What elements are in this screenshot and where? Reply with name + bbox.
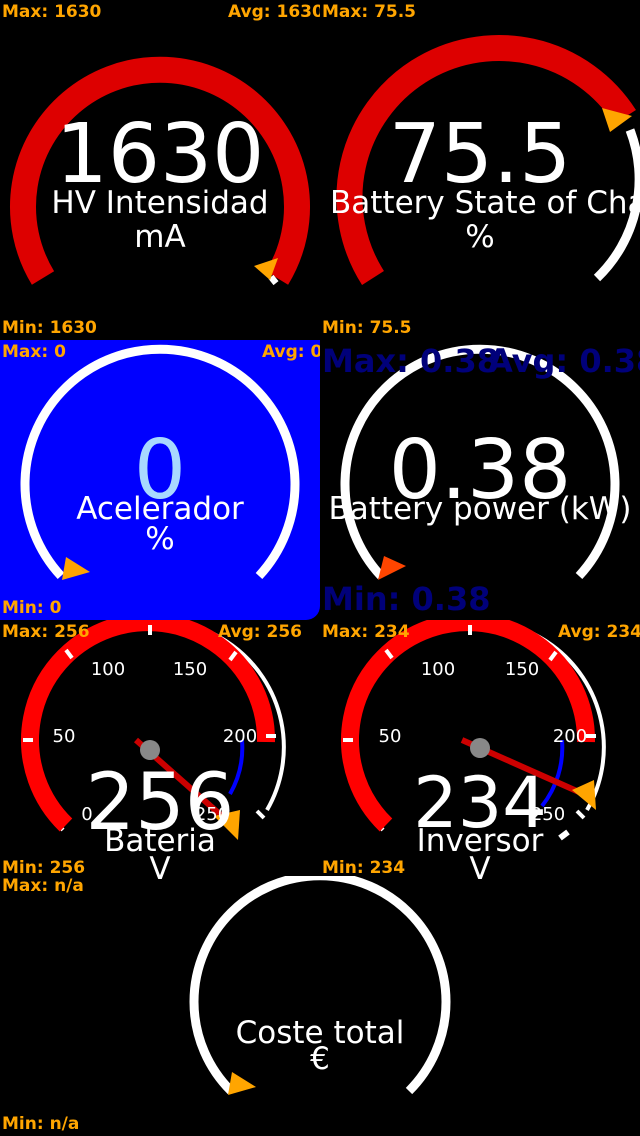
- max-label: Max: 75.5: [322, 2, 417, 22]
- avg-label: Avg: 0: [262, 342, 320, 362]
- unit-label: %: [145, 521, 175, 557]
- gauge-title: HV Intensidad: [51, 185, 269, 221]
- max-label: Max: 1630: [2, 2, 102, 22]
- min-label: Min: n/a: [2, 1114, 80, 1134]
- value-readout: 1630: [55, 107, 265, 202]
- value-readout: 75.5: [388, 107, 572, 202]
- gauge-battery-power[interactable]: Max: 0.38 Avg: 0.38 0.38 Battery power (…: [320, 340, 640, 620]
- needle-hub-icon: [140, 740, 160, 760]
- pointer-icon: [228, 1072, 256, 1095]
- max-label: Max: 0.38: [322, 342, 499, 380]
- gauge-title: Battery State of Charge: [330, 185, 640, 221]
- min-label: Min: 0.38: [322, 580, 491, 618]
- scale-label: 100: [90, 659, 126, 680]
- max-label: Max: n/a: [2, 876, 84, 896]
- scale-label: 50: [52, 726, 76, 747]
- avg-label: Avg: 0.38: [488, 342, 640, 380]
- gauge-coste-total[interactable]: Max: n/a Coste total € Min: n/a: [0, 876, 640, 1136]
- min-label: Min: 256: [2, 858, 86, 878]
- avg-label: Avg: 234: [558, 622, 640, 642]
- max-label: Max: 234: [322, 622, 410, 642]
- scale-label: 200: [552, 726, 588, 747]
- min-label: Min: 1630: [2, 318, 97, 338]
- max-label: Max: 0: [2, 342, 66, 362]
- pointer-icon: [62, 557, 90, 580]
- gauge-acelerador[interactable]: Max: 0 Avg: 0 0 Acelerador % Min: 0: [0, 340, 320, 620]
- unit-label: €: [310, 1041, 330, 1077]
- min-label: Min: 0: [2, 598, 62, 618]
- gauge-hv-intensidad[interactable]: Max: 1630 Avg: 1630 1630 HV Intensidad m…: [0, 0, 320, 340]
- unit-label: %: [465, 219, 495, 255]
- scale-label: 150: [504, 659, 540, 680]
- gauge-inversor[interactable]: 100 150 50 200 250 Max: 234 Avg: 234 234…: [320, 620, 640, 880]
- gauge-title: Battery power (kW): [328, 491, 632, 527]
- scale-label: 100: [420, 659, 456, 680]
- gauge-battery-soc[interactable]: Max: 75.5 75.5 Battery State of Charge %…: [320, 0, 640, 340]
- unit-label: mA: [134, 219, 186, 255]
- min-label: Min: 234: [322, 858, 406, 878]
- gauge-bateria[interactable]: 100 150 50 200 0 250 Max: 256 Avg: 256 2…: [0, 620, 320, 880]
- scale-label: 150: [172, 659, 208, 680]
- coste-total-dial: [189, 876, 451, 1095]
- scale-label: 50: [378, 726, 402, 747]
- scale-label: 200: [222, 726, 258, 747]
- avg-label: Avg: 256: [218, 622, 303, 642]
- needle-hub-icon: [470, 738, 490, 758]
- max-label: Max: 256: [2, 622, 90, 642]
- pointer-icon: [378, 556, 406, 580]
- avg-label: Avg: 1630: [228, 2, 320, 22]
- min-label: Min: 75.5: [322, 318, 412, 338]
